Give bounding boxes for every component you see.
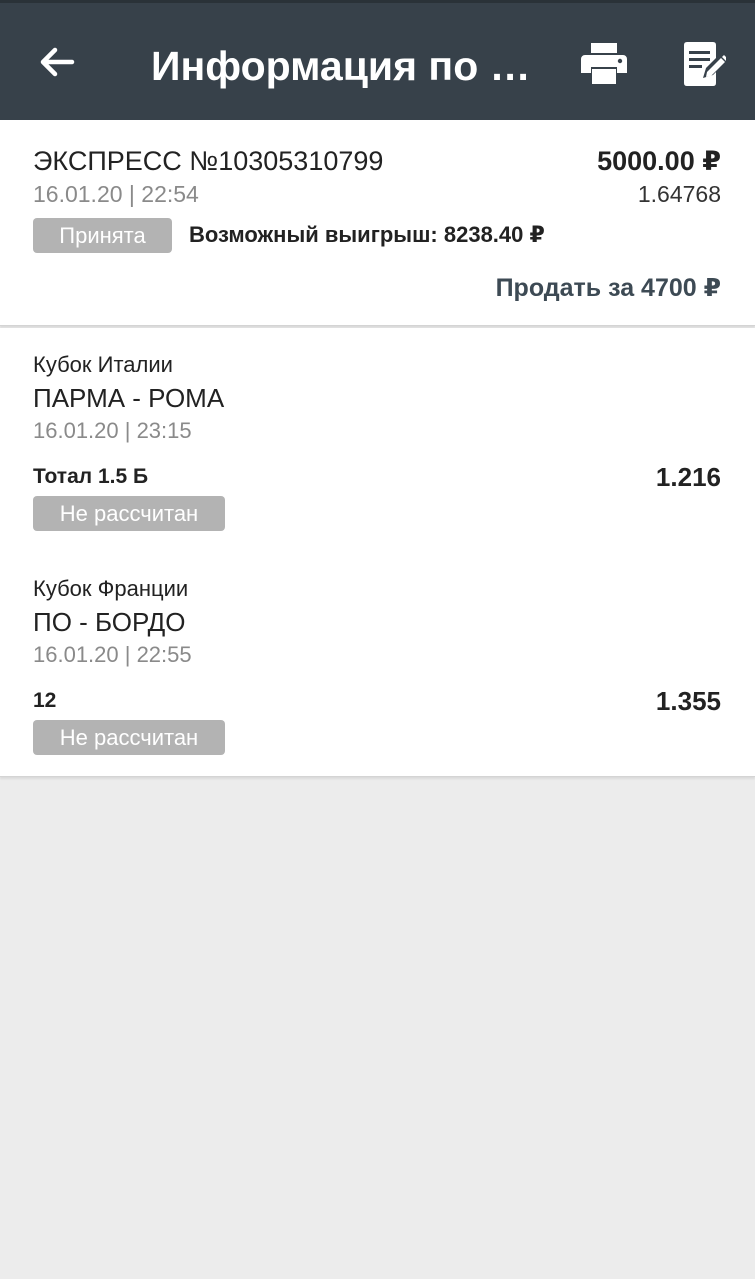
event-status-badge: Не рассчитан [33,496,225,531]
event-coefficient: 1.355 [655,686,721,716]
status-badge: Принята [33,218,172,253]
list-item: Кубок Франции ПО - БОРДО 16.01.20 | 22:5… [0,552,755,776]
bet-datetime: 16.01.20 | 22:54 [33,181,199,207]
app-bar: Информация по с... [0,0,755,120]
event-tournament: Кубок Италии [33,352,173,377]
bet-summary-card: ЭКСПРЕСС №10305310799 5000.00 ₽ 16.01.20… [0,120,755,326]
printer-icon[interactable] [580,41,628,85]
edit-note-icon[interactable] [680,41,728,87]
event-outcome: 12 [33,689,57,712]
bet-amount: 5000.00 ₽ [597,146,721,176]
event-coefficient: 1.216 [655,462,721,492]
possible-win: Возможный выигрыш: 8238.40 ₽ [189,222,545,247]
bet-coefficient: 1.64768 [637,181,721,207]
sell-bet-button[interactable]: Продать за 4700 ₽ [496,272,721,304]
list-item: Кубок Италии ПАРМА - РОМА 16.01.20 | 23:… [0,328,755,552]
event-status-badge: Не рассчитан [33,720,225,755]
back-arrow-icon[interactable] [34,39,80,85]
event-outcome: Тотал 1.5 Б [33,465,149,488]
events-list: Кубок Италии ПАРМА - РОМА 16.01.20 | 23:… [0,328,755,777]
event-tournament: Кубок Франции [33,576,189,601]
page-title: Информация по с... [151,43,536,89]
event-teams: ПАРМА - РОМА [33,383,225,413]
event-teams: ПО - БОРДО [33,607,186,637]
event-datetime: 16.01.20 | 22:55 [33,642,192,667]
bet-title: ЭКСПРЕСС №10305310799 [33,146,384,176]
event-datetime: 16.01.20 | 23:15 [33,418,192,443]
